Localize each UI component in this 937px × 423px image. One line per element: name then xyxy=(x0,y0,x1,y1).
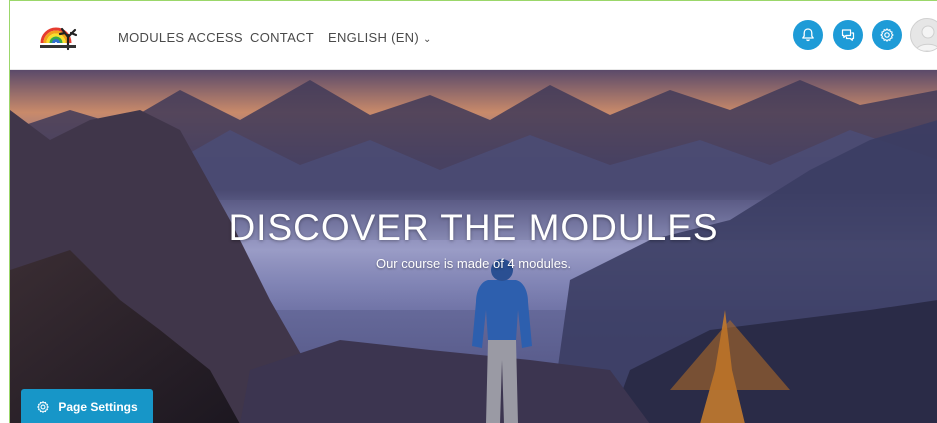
chevron-down-icon: ⌄ xyxy=(423,34,432,45)
page-settings-label: Page Settings xyxy=(58,399,138,414)
nav-contact[interactable]: CONTACT xyxy=(250,30,314,45)
notifications-icon xyxy=(802,28,814,42)
gear-icon xyxy=(36,400,50,414)
language-label: ENGLISH (EN) xyxy=(328,30,420,45)
user-icon xyxy=(915,25,937,51)
settings-button[interactable] xyxy=(872,20,902,50)
messages-icon xyxy=(841,29,855,41)
language-dropdown[interactable]: ENGLISH (EN) ⌄ xyxy=(328,30,432,45)
top-navbar: MODULES ACCESS CONTACT ENGLISH (EN) ⌄ xyxy=(10,1,937,70)
hero-subtitle: Our course is made of 4 modules. xyxy=(375,256,572,271)
page-frame: MODULES ACCESS CONTACT ENGLISH (EN) ⌄ DI… xyxy=(9,0,937,423)
user-avatar[interactable] xyxy=(910,18,937,52)
hero-title: DISCOVER THE MODULES xyxy=(228,207,719,248)
site-logo[interactable] xyxy=(38,21,86,53)
messages-button[interactable] xyxy=(833,20,863,50)
nav-modules-access[interactable]: MODULES ACCESS xyxy=(118,30,243,45)
hero-banner: DISCOVER THE MODULES Our course is made … xyxy=(10,70,937,423)
settings-icon xyxy=(880,28,894,42)
page-settings-button[interactable]: Page Settings xyxy=(21,389,153,423)
notifications-button[interactable] xyxy=(793,20,823,50)
